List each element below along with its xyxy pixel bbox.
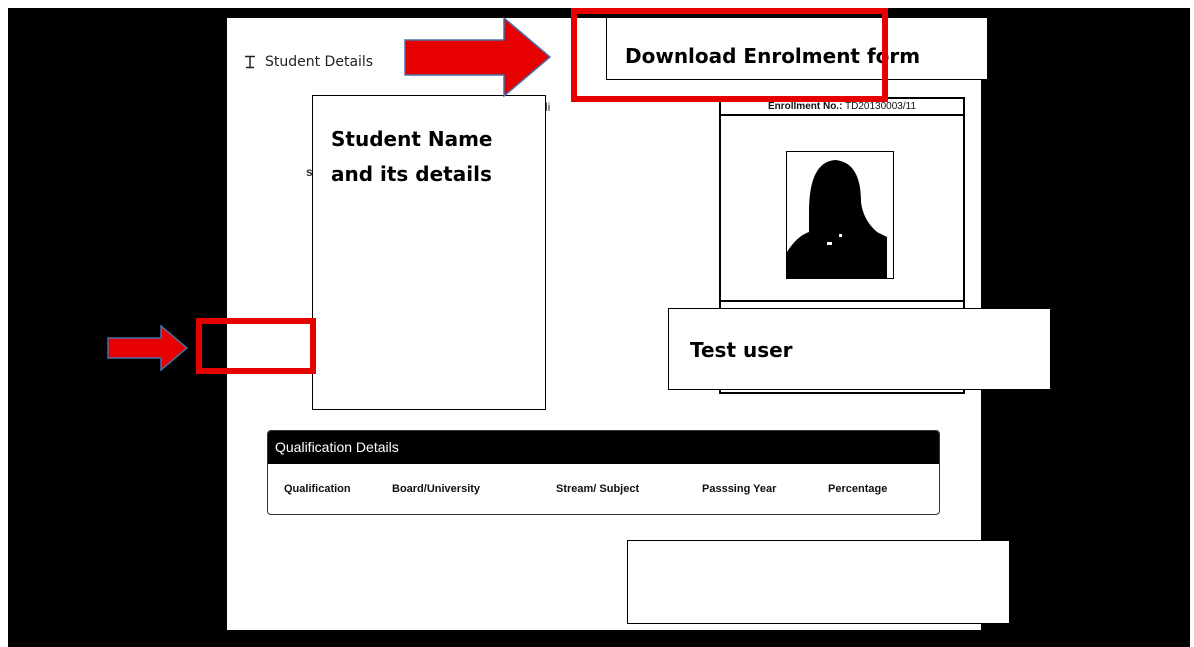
enrollment-value: TD20130003/11 xyxy=(845,101,917,112)
column-header-percentage: Percentage xyxy=(828,483,888,495)
student-name-callout: Student Name and its details xyxy=(312,95,546,410)
text-cursor-icon xyxy=(243,55,257,69)
enrollment-divider xyxy=(721,300,963,302)
test-user-label: Test user xyxy=(690,338,793,362)
student-details-title: Student Details xyxy=(265,54,374,70)
student-details-header: Student Details xyxy=(243,52,373,72)
column-header-passing-year: Passsing Year xyxy=(702,483,777,495)
column-header-board-university: Board/University xyxy=(392,483,481,495)
student-name-callout-text: Student Name and its details xyxy=(331,127,493,186)
download-highlight-box xyxy=(571,8,888,102)
qualification-details-table: Qualification Details Qualification Boar… xyxy=(267,430,940,515)
qualification-details-title: Qualification Details xyxy=(268,431,939,464)
column-header-qualification: Qualification xyxy=(284,483,351,495)
redaction-box xyxy=(627,540,1010,624)
right-arrow-icon xyxy=(404,17,552,97)
column-header-stream-subject: Stream/ Subject xyxy=(556,483,640,495)
enrollment-label: Enrollment No.: xyxy=(767,101,843,112)
highlight-box xyxy=(196,318,316,374)
right-arrow-icon xyxy=(107,325,189,371)
student-photo xyxy=(786,151,894,279)
